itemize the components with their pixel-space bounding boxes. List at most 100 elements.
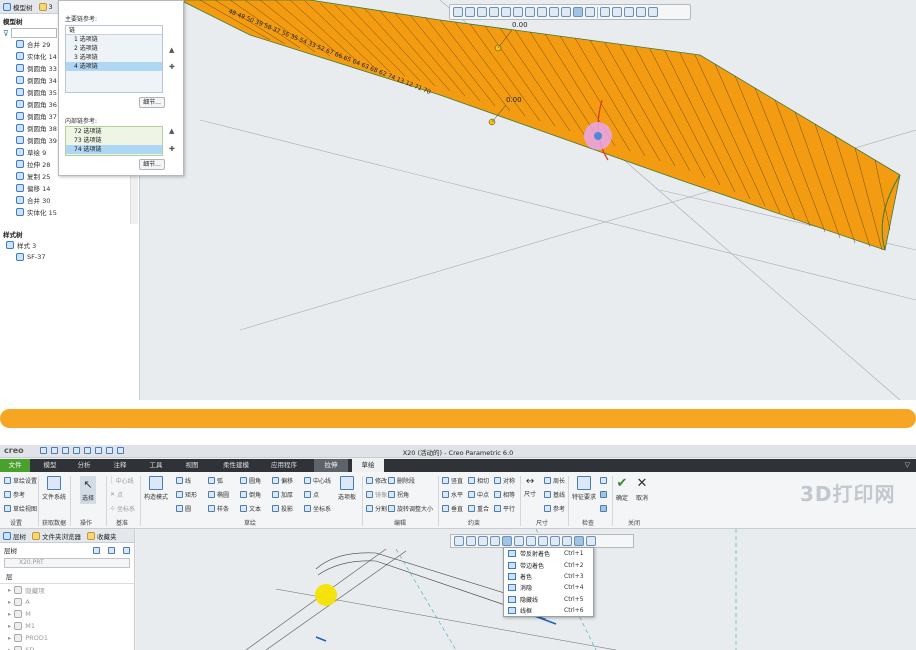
add-icon[interactable]: ✚: [169, 63, 175, 71]
dim-display-icon[interactable]: [648, 7, 658, 17]
layer-item[interactable]: ▸ 隐藏项: [0, 584, 134, 596]
expand-icon[interactable]: ▸: [8, 586, 11, 594]
ok-button[interactable]: ✔ 确定: [616, 476, 628, 502]
refit-icon[interactable]: [453, 7, 463, 17]
datum-csys-button[interactable]: ⊹ 坐标系: [110, 504, 135, 513]
menu-applications[interactable]: 应用程序: [264, 459, 304, 472]
perimeter-button[interactable]: 周长: [544, 476, 565, 485]
select-button[interactable]: ↖ 选择: [80, 476, 97, 504]
dimension-button[interactable]: ↔ 尺寸: [524, 476, 536, 498]
refit-icon[interactable]: [454, 536, 464, 546]
tab-favorites[interactable]: 收藏夹: [87, 531, 117, 541]
filter-icon[interactable]: ⊽: [3, 29, 9, 38]
ribbon-tool-button[interactable]: 偏移: [272, 476, 293, 485]
menu-flexible-modeling[interactable]: 柔性建模: [216, 459, 256, 472]
zoom-out-icon[interactable]: [478, 536, 488, 546]
detail-button-1[interactable]: 细节...: [139, 97, 165, 108]
display-style-option[interactable]: 带反射着色 Ctrl+1: [504, 548, 593, 559]
ribbon-tool-button[interactable]: 对称: [494, 476, 515, 485]
layer-settings-icon[interactable]: [108, 546, 115, 554]
annotation-icon[interactable]: [586, 536, 596, 546]
ribbon-tool-button[interactable]: 投影: [272, 504, 293, 513]
display-style-icon[interactable]: [501, 7, 511, 17]
layer-item[interactable]: ▸ SD: [0, 644, 134, 650]
overlap-icon[interactable]: [600, 477, 607, 484]
ribbon-tool-button[interactable]: 矩形: [176, 490, 197, 499]
reference-dim-button[interactable]: 参考: [544, 504, 565, 513]
annotation-icon[interactable]: [585, 7, 595, 17]
minimize-ribbon-icon[interactable]: ▽: [905, 461, 910, 469]
display-style-icon[interactable]: [502, 536, 512, 546]
ribbon-tool-button[interactable]: 文本: [240, 504, 261, 513]
ribbon-tool-button[interactable]: 中点: [468, 490, 489, 499]
layer-item[interactable]: ▸ M: [0, 608, 134, 620]
file-system-button[interactable]: 文件系统: [42, 476, 66, 501]
repaint-icon[interactable]: [489, 7, 499, 17]
ribbon-tool-button[interactable]: 加厚: [272, 490, 293, 499]
list-item[interactable]: 1 选项链: [66, 35, 162, 44]
ribbon-tool-button[interactable]: 平行: [494, 504, 515, 513]
expand-icon[interactable]: ▸: [8, 610, 11, 618]
expand-icon[interactable]: ▸: [8, 598, 11, 606]
references-button[interactable]: 参考: [4, 490, 25, 499]
ribbon-tool-button[interactable]: 中心线: [304, 476, 331, 485]
ribbon-tool-button[interactable]: 相切: [468, 476, 489, 485]
feature-requirements-button[interactable]: 特征要求: [572, 476, 596, 501]
ribbon-tool-button[interactable]: 垂直: [442, 504, 463, 513]
menu-file[interactable]: 文件: [0, 459, 30, 472]
list-item[interactable]: 4 选项链: [66, 62, 162, 71]
tree-item[interactable]: 偏移 14: [0, 182, 139, 194]
expand-icon[interactable]: ▸: [8, 622, 11, 630]
ribbon-tool-button[interactable]: 水平: [442, 490, 463, 499]
sketch-view-icon[interactable]: [573, 7, 583, 17]
list-item[interactable]: 2 选项链: [66, 44, 162, 53]
ribbon-tool-button[interactable]: 样条: [208, 504, 229, 513]
display-style-option[interactable]: 线框 Ctrl+6: [504, 605, 593, 616]
ribbon-tool-button[interactable]: 椭圆: [208, 490, 229, 499]
sketch-view-icon[interactable]: [574, 536, 584, 546]
layer-item[interactable]: ▸ M1: [0, 620, 134, 632]
zoom-out-icon[interactable]: [477, 7, 487, 17]
ribbon-tool-button[interactable]: 竖直: [442, 476, 463, 485]
ribbon-tool-button[interactable]: 相等: [494, 490, 515, 499]
saved-views-icon[interactable]: [514, 536, 524, 546]
menu-extrude[interactable]: 拉伸: [314, 459, 348, 472]
tab-model-tree[interactable]: 模型树: [3, 2, 33, 12]
palette-button[interactable]: 选项板: [338, 476, 356, 501]
zoom-in-icon[interactable]: [466, 536, 476, 546]
ribbon-tool-button[interactable]: 线: [176, 476, 191, 485]
list-item[interactable]: 72 选项链: [66, 127, 162, 136]
inner-chain-list[interactable]: 72 选项链 73 选项链 74 选项链: [65, 126, 163, 156]
detail-button-2[interactable]: 细节...: [139, 159, 165, 170]
layer-item[interactable]: ▸ A: [0, 596, 134, 608]
move-up-icon[interactable]: ▲: [169, 46, 174, 54]
sketch-display-icon[interactable]: [612, 7, 622, 17]
ribbon-tool-button[interactable]: 修改: [366, 476, 387, 485]
layer-show-icon[interactable]: [123, 546, 130, 554]
ribbon-tool-button[interactable]: 镜像: [366, 490, 387, 499]
highlight-open-ends-icon[interactable]: [600, 491, 607, 498]
menu-annotate[interactable]: 注释: [108, 459, 132, 472]
ribbon-tool-button[interactable]: 倒角: [240, 490, 261, 499]
view-manager-icon[interactable]: [525, 7, 535, 17]
layer-item[interactable]: ▸ PROD1: [0, 632, 134, 644]
datum-display-icon[interactable]: [561, 7, 571, 17]
menu-view[interactable]: 视图: [180, 459, 204, 472]
ribbon-tool-button[interactable]: 弧: [208, 476, 223, 485]
list-item[interactable]: 3 选项链: [66, 53, 162, 62]
spin-center-icon[interactable]: [549, 7, 559, 17]
display-style-option[interactable]: 带边着色 Ctrl+2: [504, 559, 593, 570]
display-style-option[interactable]: 着色 Ctrl+3: [504, 571, 593, 582]
ribbon-tool-button[interactable]: 分割: [366, 504, 387, 513]
repaint-icon[interactable]: [490, 536, 500, 546]
spin-center-icon[interactable]: [550, 536, 560, 546]
add-icon[interactable]: ✚: [169, 145, 175, 153]
tab-layer-tree[interactable]: 层树: [3, 531, 26, 541]
move-up-icon[interactable]: ▲: [169, 127, 174, 135]
tree-item[interactable]: 实体化 15: [0, 206, 139, 218]
cancel-button[interactable]: ✕ 取消: [636, 476, 648, 502]
tree-search-input[interactable]: [10, 28, 57, 38]
tree-item[interactable]: 合并 30: [0, 194, 139, 206]
display-style-option[interactable]: 消隐 Ctrl+4: [504, 582, 593, 593]
datum-centerline-button[interactable]: ┊ 中心线: [110, 476, 134, 485]
